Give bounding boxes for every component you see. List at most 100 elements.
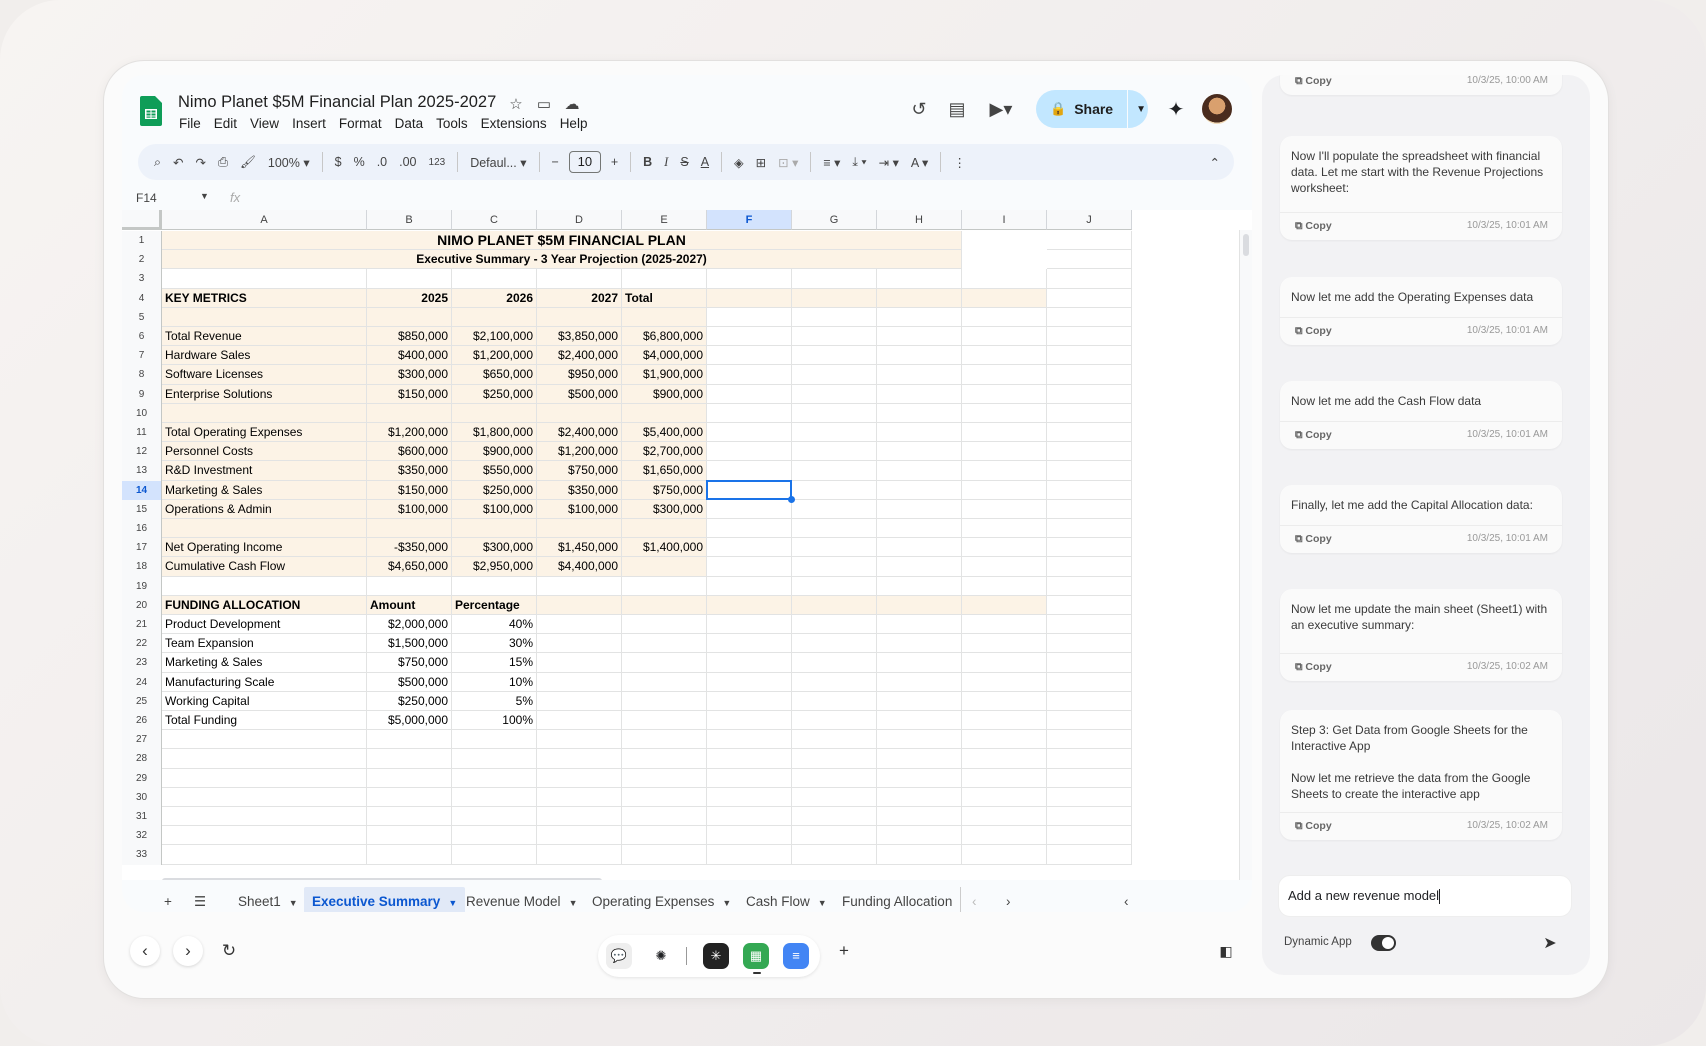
cell-a17[interactable]: Net Operating Income: [162, 538, 367, 558]
cell-e21[interactable]: [622, 615, 707, 635]
cell-i14[interactable]: [962, 480, 1047, 500]
row-header[interactable]: 19: [122, 576, 162, 596]
column-header-g[interactable]: G: [792, 210, 877, 230]
chevron-down-icon[interactable]: ▼: [818, 898, 827, 908]
cell-e24[interactable]: [622, 672, 707, 692]
cell-d11[interactable]: $2,400,000: [537, 423, 622, 443]
cell-a7[interactable]: Hardware Sales: [162, 346, 367, 366]
cell-h6[interactable]: [877, 327, 962, 347]
cell-a29[interactable]: [162, 768, 367, 788]
merge-cells-icon[interactable]: ⊡ ▾: [772, 155, 804, 170]
cell-c30[interactable]: [452, 787, 537, 807]
cell-h21[interactable]: [877, 615, 962, 635]
cell-d24[interactable]: [537, 672, 622, 692]
cell-h29[interactable]: [877, 768, 962, 788]
cell-g12[interactable]: [792, 442, 877, 462]
cell-j25[interactable]: [1047, 691, 1132, 711]
cell-j18[interactable]: [1047, 557, 1132, 577]
cell-a18[interactable]: Cumulative Cash Flow: [162, 557, 367, 577]
docs-app-icon[interactable]: ≡: [783, 943, 809, 969]
text-wrapping-icon[interactable]: ⇥ ▾: [873, 155, 905, 170]
row-header[interactable]: 18: [122, 557, 162, 577]
cell-e5[interactable]: [622, 307, 707, 327]
cell-i26[interactable]: [962, 711, 1047, 731]
font-size-input[interactable]: 10: [568, 151, 601, 173]
row-header[interactable]: 24: [122, 672, 162, 692]
horizontal-scrollbar[interactable]: [162, 878, 1239, 880]
cell-d31[interactable]: [537, 807, 622, 827]
cell-i11[interactable]: [962, 423, 1047, 443]
cell-d20[interactable]: [537, 595, 622, 615]
cell-i4[interactable]: [962, 288, 1047, 308]
cell-f27[interactable]: [707, 730, 792, 750]
copy-button[interactable]: ⧉ Copy: [1295, 75, 1332, 88]
cell-a16[interactable]: [162, 519, 367, 539]
cell-j32[interactable]: [1047, 826, 1132, 846]
cell-b20[interactable]: Amount: [367, 595, 452, 615]
sheet-tab-cash-flow[interactable]: Cash Flow ▼: [738, 887, 835, 912]
cell-c33[interactable]: [452, 845, 537, 865]
cell-i5[interactable]: [962, 307, 1047, 327]
cell-j31[interactable]: [1047, 807, 1132, 827]
cell-j4[interactable]: [1047, 288, 1132, 308]
cell-j3[interactable]: [1047, 269, 1132, 289]
cell-i16[interactable]: [962, 519, 1047, 539]
cell-g23[interactable]: [792, 653, 877, 673]
copy-button[interactable]: ⧉ Copy: [1295, 533, 1332, 546]
add-sheet-icon[interactable]: +: [156, 887, 180, 912]
cell-j7[interactable]: [1047, 346, 1132, 366]
cell-c17[interactable]: $300,000: [452, 538, 537, 558]
cell-j10[interactable]: [1047, 403, 1132, 423]
fill-color-icon[interactable]: ◈: [728, 155, 750, 170]
more-options-icon[interactable]: ⋮: [947, 155, 972, 170]
menu-insert[interactable]: Insert: [292, 116, 326, 131]
cell-i10[interactable]: [962, 403, 1047, 423]
row-header[interactable]: 8: [122, 365, 162, 385]
cell-e32[interactable]: [622, 826, 707, 846]
all-sheets-icon[interactable]: ☰: [186, 887, 214, 912]
cell-g15[interactable]: [792, 499, 877, 519]
cell-g32[interactable]: [792, 826, 877, 846]
row-header[interactable]: 17: [122, 538, 162, 558]
cell-d9[interactable]: $500,000: [537, 384, 622, 404]
row-header[interactable]: 27: [122, 730, 162, 750]
cell-g7[interactable]: [792, 346, 877, 366]
cell-f22[interactable]: [707, 634, 792, 654]
cell-h9[interactable]: [877, 384, 962, 404]
cell-c12[interactable]: $900,000: [452, 442, 537, 462]
row-header[interactable]: 2: [122, 250, 162, 270]
cell-b26[interactable]: $5,000,000: [367, 711, 452, 731]
cell-f32[interactable]: [707, 826, 792, 846]
add-app-icon[interactable]: +: [829, 936, 859, 966]
column-header-i[interactable]: I: [962, 210, 1047, 230]
cell-a25[interactable]: Working Capital: [162, 691, 367, 711]
cell-b32[interactable]: [367, 826, 452, 846]
cell-d33[interactable]: [537, 845, 622, 865]
vertical-align-icon[interactable]: ⤓ ▾: [846, 155, 872, 170]
column-header-b[interactable]: B: [367, 210, 452, 230]
cell-h31[interactable]: [877, 807, 962, 827]
sheet-tab-revenue-model[interactable]: Revenue Model ▼: [458, 887, 585, 912]
cell-d18[interactable]: $4,400,000: [537, 557, 622, 577]
cell-f25[interactable]: [707, 691, 792, 711]
strikethrough-icon[interactable]: S: [674, 155, 694, 169]
row-header[interactable]: 33: [122, 845, 162, 865]
cell-a32[interactable]: [162, 826, 367, 846]
cell-g30[interactable]: [792, 787, 877, 807]
cell-h33[interactable]: [877, 845, 962, 865]
cell-j30[interactable]: [1047, 787, 1132, 807]
cell-i6[interactable]: [962, 327, 1047, 347]
cell-h4[interactable]: [877, 288, 962, 308]
meet-icon[interactable]: ▶▾: [976, 99, 1026, 120]
cell-a2[interactable]: Executive Summary - 3 Year Projection (2…: [162, 250, 962, 270]
perplexity-app-icon[interactable]: ✳: [703, 943, 729, 969]
cell-f18[interactable]: [707, 557, 792, 577]
chevron-down-icon[interactable]: ▼: [448, 898, 457, 908]
cell-b16[interactable]: [367, 519, 452, 539]
cell-f8[interactable]: [707, 365, 792, 385]
cell-g14[interactable]: [792, 480, 877, 500]
cell-f24[interactable]: [707, 672, 792, 692]
chevron-down-icon[interactable]: ▼: [289, 898, 298, 908]
cell-g3[interactable]: [792, 269, 877, 289]
cell-f19[interactable]: [707, 576, 792, 596]
